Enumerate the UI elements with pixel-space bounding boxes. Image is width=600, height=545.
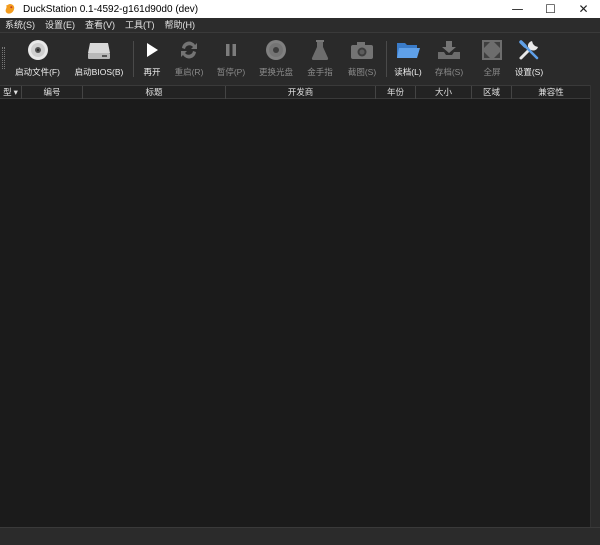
- menu-tools[interactable]: 工具(T): [120, 18, 160, 33]
- minimize-button[interactable]: —: [501, 0, 534, 18]
- close-button[interactable]: ✕: [567, 0, 600, 18]
- hard-drive-icon: [82, 37, 116, 63]
- column-header-developer[interactable]: 开发商: [226, 86, 376, 99]
- column-header-code[interactable]: 编号: [22, 86, 83, 99]
- menu-view[interactable]: 查看(V): [80, 18, 120, 33]
- column-header-year[interactable]: 年份: [376, 86, 416, 99]
- vertical-scrollbar[interactable]: [590, 85, 600, 527]
- menu-settings[interactable]: 设置(E): [40, 18, 80, 33]
- maximize-button[interactable]: ☐: [534, 0, 567, 18]
- disc-icon: [21, 37, 55, 63]
- title-bar: DuckStation 0.1-4592-g161d90d0 (dev) — ☐…: [0, 0, 600, 18]
- settings-button[interactable]: 设置(S): [510, 37, 548, 83]
- cheats-button[interactable]: 金手指: [302, 37, 338, 83]
- game-list-header: 型 ▾ 编号 标题 开发商 年份 大小 区域 兼容性: [0, 85, 590, 99]
- refresh-icon: [172, 37, 206, 63]
- change-disc-button[interactable]: 更换光盘: [254, 37, 298, 83]
- duckstation-logo-icon: [3, 2, 17, 16]
- screenshot-button[interactable]: 截图(S): [342, 37, 382, 83]
- game-list[interactable]: [0, 99, 590, 527]
- play-icon: [135, 37, 169, 63]
- wrench-screwdriver-icon: [512, 37, 546, 63]
- menu-bar: 系统(S) 设置(E) 查看(V) 工具(T) 帮助(H): [0, 18, 600, 33]
- menu-help[interactable]: 帮助(H): [160, 18, 201, 33]
- start-file-button[interactable]: 启动文件(F): [10, 37, 65, 83]
- column-header-compatibility[interactable]: 兼容性: [512, 86, 590, 99]
- save-state-button[interactable]: 存档(S): [430, 37, 468, 83]
- fullscreen-icon: [475, 37, 509, 63]
- load-state-button[interactable]: 读档(L): [390, 37, 426, 83]
- toolbar-separator: [386, 41, 387, 77]
- column-header-region[interactable]: 区域: [472, 86, 512, 99]
- reset-button[interactable]: 重启(R): [170, 37, 208, 83]
- folder-open-icon: [391, 37, 425, 63]
- status-bar: [0, 527, 600, 545]
- toolbar-grip-handle[interactable]: [2, 47, 5, 69]
- save-tray-icon: [432, 37, 466, 63]
- sort-descending-icon: ▾: [13, 87, 18, 97]
- pause-icon: [214, 37, 248, 63]
- column-header-title[interactable]: 标题: [83, 86, 226, 99]
- column-header-size[interactable]: 大小: [416, 86, 472, 99]
- camera-icon: [345, 37, 379, 63]
- window-title: DuckStation 0.1-4592-g161d90d0 (dev): [23, 3, 199, 15]
- fullscreen-button[interactable]: 全屏: [474, 37, 510, 83]
- toolbar-separator: [133, 41, 134, 77]
- flask-icon: [303, 37, 337, 63]
- resume-button[interactable]: 再开: [138, 37, 166, 83]
- toolbar: 启动文件(F) 启动BIOS(B) 再开 重启(R) 暂停(P) 更换光盘 金手…: [0, 33, 600, 85]
- disc-icon: [259, 37, 293, 63]
- pause-button[interactable]: 暂停(P): [212, 37, 250, 83]
- column-header-type[interactable]: 型 ▾: [0, 86, 22, 99]
- menu-system[interactable]: 系统(S): [0, 18, 40, 33]
- start-bios-button[interactable]: 启动BIOS(B): [70, 37, 128, 83]
